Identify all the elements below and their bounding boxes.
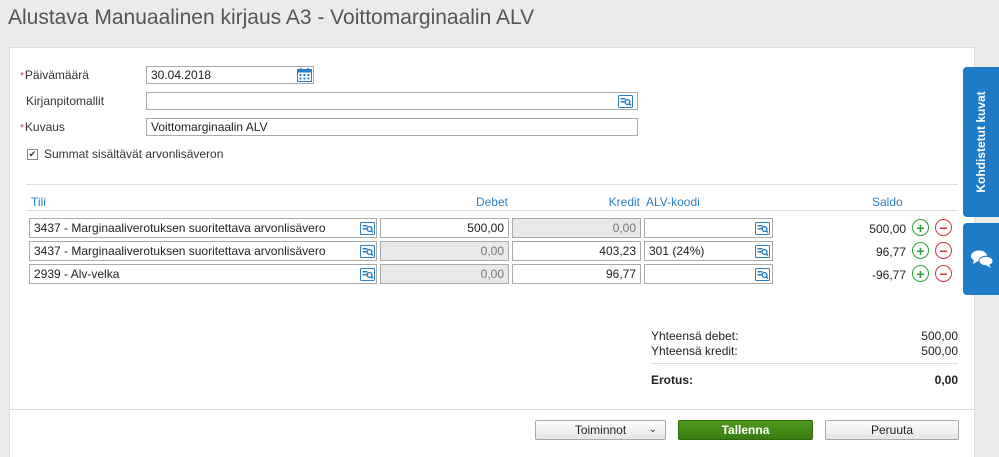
row-credit-field[interactable]: 96,77 [512,264,641,284]
date-value: 30.04.2018 [151,68,212,82]
row-credit-value: 403,23 [599,244,636,258]
column-header-vat-code: ALV-koodi [646,195,700,209]
column-header-credit: Kredit [608,195,640,209]
minus-icon: − [939,265,948,282]
add-row-button[interactable]: + [912,219,929,236]
footer-toolbar: Toiminnot ⌄ Tallenna Peruuta [10,409,974,457]
description-label-text: Kuvaus [24,120,65,134]
row-balance: -96,77 [871,268,906,282]
row-debit-value: 0,00 [480,244,504,258]
required-marker: * [20,123,24,134]
required-marker: * [20,71,24,82]
lookup-icon[interactable] [754,244,770,258]
vat-included-label: Summat sisältävät arvonlisäveron [44,147,224,161]
row-debit-value: 500,00 [467,221,504,235]
row-debit-value: 0,00 [480,267,504,281]
row-account-value: 3437 - Marginaaliverotuksen suoritettava… [34,244,326,258]
add-row-button[interactable]: + [912,242,929,259]
row-debit-field[interactable]: 0,00 [380,264,509,284]
lookup-icon[interactable] [359,244,375,258]
row-account-value: 2939 - Alv-velka [34,267,120,281]
row-account-value: 3437 - Marginaaliverotuksen suoritettava… [34,221,326,235]
attached-images-label: Kohdistetut kuvat [974,91,988,193]
total-debit-value: 500,00 [921,329,958,343]
column-header-debit: Debet [475,195,508,209]
description-value: Voittomarginaalin ALV [151,120,268,134]
description-field[interactable]: Voittomarginaalin ALV [146,118,638,136]
chat-tab[interactable] [963,223,999,295]
difference-label: Erotus: [651,373,693,387]
lookup-icon[interactable] [617,94,633,108]
total-credit-value: 500,00 [921,344,958,358]
row-balance: 500,00 [869,222,906,236]
lookup-icon[interactable] [754,221,770,235]
chat-icon [970,249,994,272]
row-debit-field[interactable]: 0,00 [380,241,509,261]
plus-icon: + [916,265,925,282]
difference-value: 0,00 [934,373,958,387]
attached-images-tab[interactable]: Kohdistetut kuvat [963,67,999,217]
column-header-balance: Saldo [872,195,903,209]
date-label: *Päivämäärä [20,68,89,82]
lookup-icon[interactable] [359,267,375,281]
total-credit-label: Yhteensä kredit: [651,344,738,358]
total-debit-label: Yhteensä debet: [651,329,739,343]
divider [26,184,958,185]
divider [26,210,958,211]
row-credit-field[interactable]: 0,00 [512,218,641,238]
cancel-label: Peruuta [870,423,914,437]
remove-row-button[interactable]: − [935,265,952,282]
calendar-icon[interactable] [296,68,312,82]
row-balance: 96,77 [875,245,906,259]
row-account-field[interactable]: 3437 - Marginaaliverotuksen suoritettava… [29,218,377,238]
minus-icon: − [939,242,948,259]
row-credit-field[interactable]: 403,23 [512,241,641,261]
lookup-icon[interactable] [754,267,770,281]
row-vat-code-value: 301 (24%) [649,244,705,258]
cancel-button[interactable]: Peruuta [825,420,959,440]
row-credit-value: 96,77 [605,267,636,281]
add-row-button[interactable]: + [912,265,929,282]
minus-icon: − [939,219,948,236]
plus-icon: + [916,219,925,236]
column-header-account: Tili [31,195,46,209]
description-label: *Kuvaus [20,120,65,134]
actions-label: Toiminnot [574,423,627,437]
row-account-field[interactable]: 3437 - Marginaaliverotuksen suoritettava… [29,241,377,261]
save-button[interactable]: Tallenna [678,420,813,440]
page-title: Alustava Manuaalinen kirjaus A3 - Voitto… [8,6,535,29]
save-label: Tallenna [721,423,770,437]
date-label-text: Päivämäärä [24,68,89,82]
row-debit-field[interactable]: 500,00 [380,218,509,238]
remove-row-button[interactable]: − [935,242,952,259]
vat-included-checkbox[interactable]: ✔ [27,149,38,160]
remove-row-button[interactable]: − [935,219,952,236]
journal-entry-panel: *Päivämäärä 30.04.2018 Kirjanpitomallit … [9,47,975,457]
chevron-down-icon: ⌄ [648,424,657,435]
row-credit-value: 0,00 [612,221,636,235]
lookup-icon[interactable] [359,221,375,235]
plus-icon: + [916,242,925,259]
template-field[interactable] [146,92,638,110]
template-label: Kirjanpitomallit [26,94,105,108]
date-field[interactable]: 30.04.2018 [146,66,314,84]
row-account-field[interactable]: 2939 - Alv-velka [29,264,377,284]
divider [651,363,958,364]
actions-dropdown[interactable]: Toiminnot ⌄ [535,420,666,440]
